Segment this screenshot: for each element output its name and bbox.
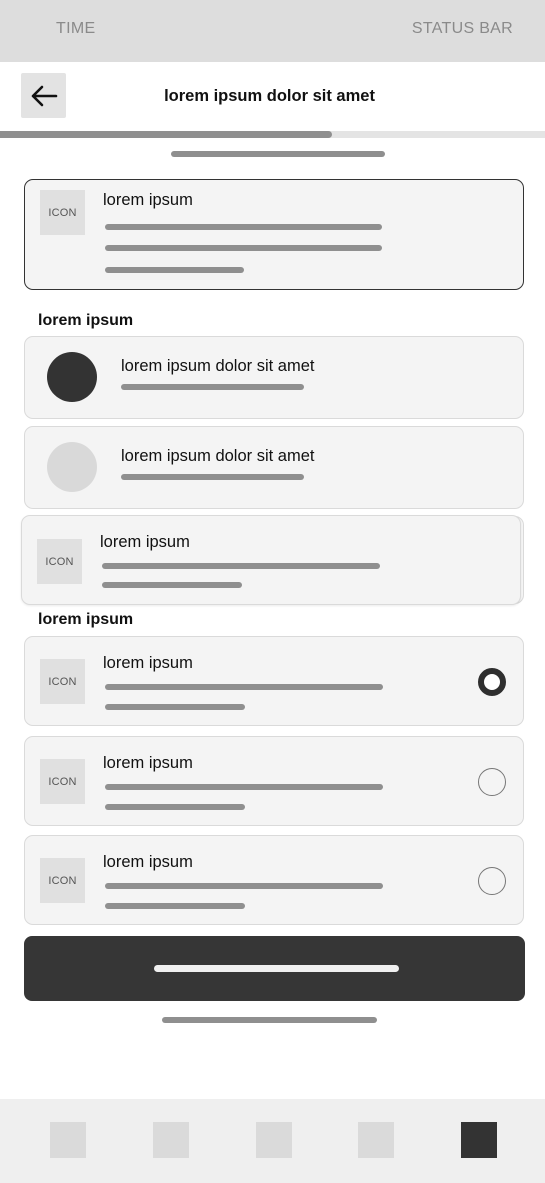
list-item-subtitle-placeholder [121,474,304,480]
nav-item-1[interactable] [50,1122,86,1158]
page-title-text: lorem ipsum dolor sit amet [164,87,375,105]
option-icon: ICON [40,759,85,804]
bottom-navigation [0,1099,545,1183]
app-bar: lorem ipsum dolor sit amet [0,62,545,132]
status-bar: TIME STATUS BAR [0,0,545,62]
card-title: lorem ipsum [100,533,190,551]
list-item-title: lorem ipsum dolor sit amet [121,357,315,375]
status-indicators: STATUS BAR [411,20,513,37]
list-item[interactable]: lorem ipsum dolor sit amet [24,336,524,419]
option-text-placeholder [105,684,383,690]
card-icon: ICON [40,190,85,235]
nav-item-3[interactable] [256,1122,292,1158]
radio-unselected[interactable] [478,768,506,796]
progress-bar [0,131,545,138]
option-text-placeholder [105,883,383,889]
avatar [47,442,97,492]
option-text-placeholder [105,903,245,909]
option-text-placeholder [105,804,245,810]
primary-button[interactable] [24,936,525,1001]
avatar [47,352,97,402]
card-text-placeholder [105,267,244,273]
secondary-link[interactable] [162,1017,377,1023]
option-text-placeholder [105,784,383,790]
nav-item-2[interactable] [153,1122,189,1158]
radio-option[interactable]: ICON lorem ipsum [24,736,524,826]
radio-selected[interactable] [478,668,506,696]
list-item-subtitle-placeholder [121,384,304,390]
card-text-placeholder [105,245,382,251]
nav-item-4[interactable] [358,1122,394,1158]
summary-card[interactable]: ICON lorem ipsum [24,179,524,290]
card-icon: ICON [37,539,82,584]
option-title: lorem ipsum [103,853,193,871]
section-label: lorem ipsum [38,312,134,329]
option-icon: ICON [40,858,85,903]
card-text-placeholder [102,582,242,588]
card-title: lorem ipsum [103,191,193,209]
page-title: lorem ipsum dolor sit amet [0,87,545,106]
dragged-card[interactable]: ICON lorem ipsum [21,515,521,605]
radio-option[interactable]: ICON lorem ipsum [24,636,524,726]
option-icon: ICON [40,659,85,704]
status-time: TIME [56,20,96,37]
progress-fill [0,131,333,138]
nav-item-5[interactable] [461,1122,497,1158]
radio-unselected[interactable] [478,867,506,895]
subtitle-placeholder [171,151,385,157]
primary-button-label-placeholder [154,965,399,972]
section-label: lorem ipsum [38,611,134,628]
card-text-placeholder [105,224,382,230]
option-text-placeholder [105,704,245,710]
card-text-placeholder [102,563,380,569]
option-title: lorem ipsum [103,654,193,672]
list-item[interactable]: lorem ipsum dolor sit amet [24,426,524,509]
list-item-title: lorem ipsum dolor sit amet [121,447,315,465]
radio-option[interactable]: ICON lorem ipsum [24,835,524,925]
option-title: lorem ipsum [103,754,193,772]
